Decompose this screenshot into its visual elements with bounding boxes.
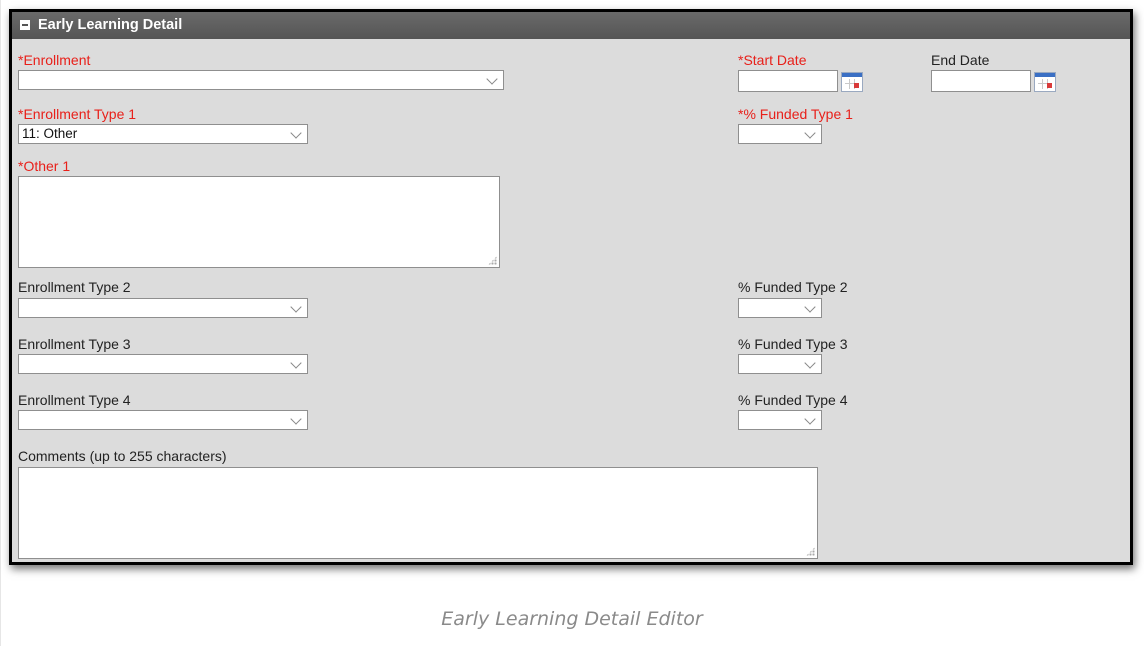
funded-type-2-select[interactable] [738, 298, 822, 318]
calendar-today-marker [1047, 83, 1052, 88]
resize-grip-icon[interactable] [488, 256, 497, 265]
enrollment-type-1-select[interactable]: 11: Other [18, 124, 308, 144]
enrollment-select[interactable] [18, 70, 504, 90]
chevron-down-icon [804, 413, 816, 425]
other-1-label: *Other 1 [18, 158, 71, 174]
enrollment-type-4-label: Enrollment Type 4 [18, 392, 131, 408]
end-date-field[interactable] [931, 70, 1031, 92]
enrollment-type-1-label: *Enrollment Type 1 [18, 106, 137, 122]
calendar-today-marker [854, 83, 859, 88]
enrollment-type-3-label: Enrollment Type 3 [18, 336, 131, 352]
funded-type-4-label: % Funded Type 4 [738, 392, 848, 408]
end-date-label: End Date [931, 52, 990, 68]
chevron-down-icon [290, 301, 302, 313]
chevron-down-icon [290, 413, 302, 425]
panel-title: Early Learning Detail [38, 17, 183, 33]
funded-type-3-select[interactable] [738, 354, 822, 374]
figure-caption: Early Learning Detail Editor [441, 608, 703, 630]
chevron-down-icon [804, 127, 816, 139]
funded-type-1-label: *% Funded Type 1 [738, 106, 853, 122]
other-1-textarea[interactable] [18, 176, 500, 268]
enrollment-label: *Enrollment [18, 52, 91, 68]
enrollment-type-2-select[interactable] [18, 298, 308, 318]
chevron-down-icon [290, 127, 302, 139]
chevron-down-icon [804, 357, 816, 369]
end-date-calendar-icon[interactable] [1034, 72, 1056, 92]
resize-grip-icon[interactable] [806, 547, 815, 556]
enrollment-type-1-value: 11: Other [22, 126, 78, 141]
page-left-rule [0, 0, 1, 646]
comments-textarea[interactable] [18, 467, 818, 559]
funded-type-4-select[interactable] [738, 410, 822, 430]
comments-label: Comments (up to 255 characters) [18, 448, 227, 464]
start-date-field[interactable] [738, 70, 838, 92]
chevron-down-icon [804, 301, 816, 313]
funded-type-3-label: % Funded Type 3 [738, 336, 848, 352]
funded-type-2-label: % Funded Type 2 [738, 279, 848, 295]
enrollment-type-2-label: Enrollment Type 2 [18, 279, 131, 295]
start-date-calendar-icon[interactable] [841, 72, 863, 92]
chevron-down-icon [486, 73, 498, 85]
panel-header: Early Learning Detail [12, 12, 1130, 39]
funded-type-1-select[interactable] [738, 124, 822, 144]
start-date-label: *Start Date [738, 52, 807, 68]
enrollment-type-4-select[interactable] [18, 410, 308, 430]
collapse-icon[interactable] [20, 20, 30, 30]
enrollment-type-3-select[interactable] [18, 354, 308, 374]
early-learning-detail-panel: Early Learning Detail *Enrollment *Start… [9, 9, 1133, 565]
chevron-down-icon [290, 357, 302, 369]
